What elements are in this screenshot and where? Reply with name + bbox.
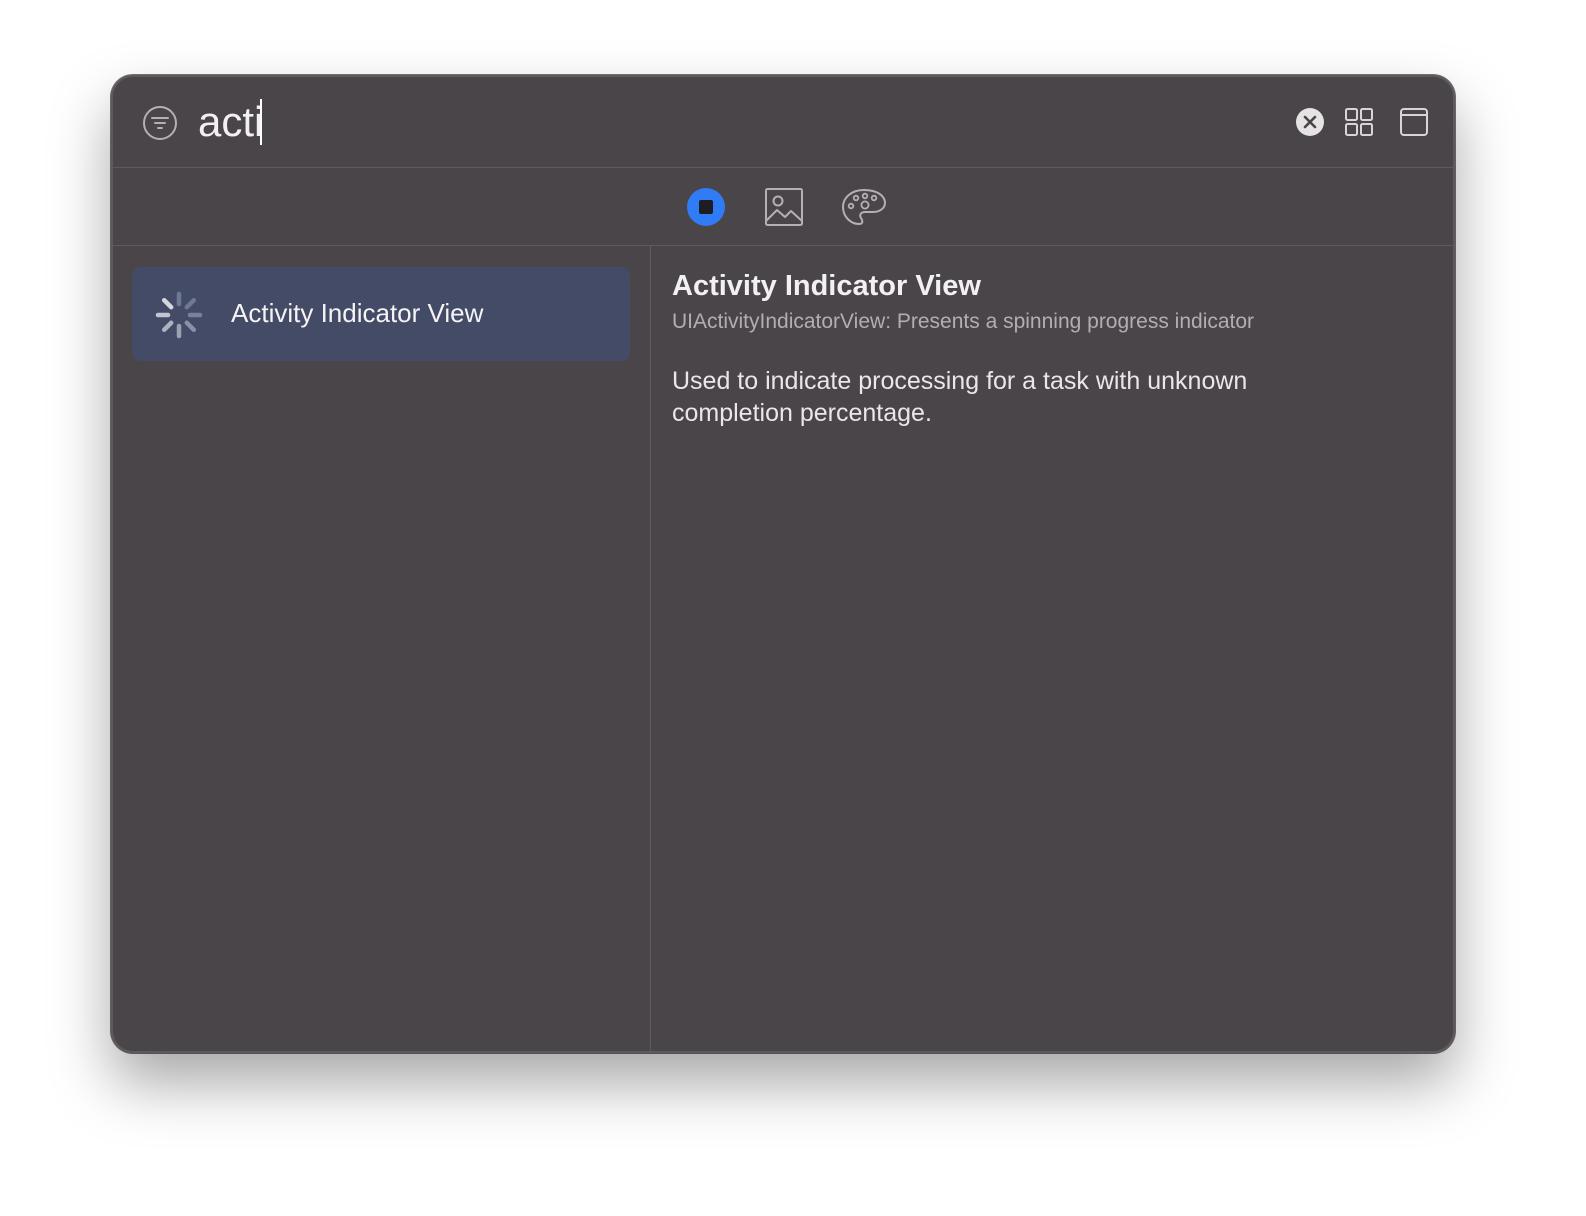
library-tab-bar bbox=[113, 168, 1453, 246]
results-list: Activity Indicator View bbox=[113, 246, 651, 1051]
photo-icon bbox=[765, 188, 803, 226]
grid-view-icon[interactable] bbox=[1344, 107, 1374, 137]
search-bar bbox=[113, 77, 1453, 168]
palette-icon bbox=[841, 188, 887, 226]
clear-circle-icon[interactable] bbox=[1295, 107, 1325, 137]
activity-spinner-icon bbox=[155, 291, 203, 339]
detail-title: Activity Indicator View bbox=[672, 270, 981, 302]
list-item-activity-indicator-view[interactable]: Activity Indicator View bbox=[132, 267, 630, 361]
tab-colors[interactable] bbox=[840, 186, 888, 228]
list-item-label: Activity Indicator View bbox=[231, 298, 484, 328]
tab-objects[interactable] bbox=[685, 186, 727, 228]
filter-icon[interactable] bbox=[142, 105, 178, 141]
library-window: Activity Indicator View Activity Indicat… bbox=[111, 75, 1455, 1053]
detail-subtitle: UIActivityIndicatorView: Presents a spin… bbox=[672, 310, 1255, 333]
detail-pane: Activity Indicator View UIActivityIndica… bbox=[672, 267, 1432, 429]
tab-media[interactable] bbox=[763, 186, 805, 228]
detail-description: Used to indicate processing for a task w… bbox=[672, 367, 1248, 427]
search-input[interactable] bbox=[198, 95, 1198, 149]
window-icon[interactable] bbox=[1399, 107, 1429, 137]
square-in-circle-icon bbox=[687, 188, 725, 226]
text-cursor bbox=[260, 99, 262, 145]
